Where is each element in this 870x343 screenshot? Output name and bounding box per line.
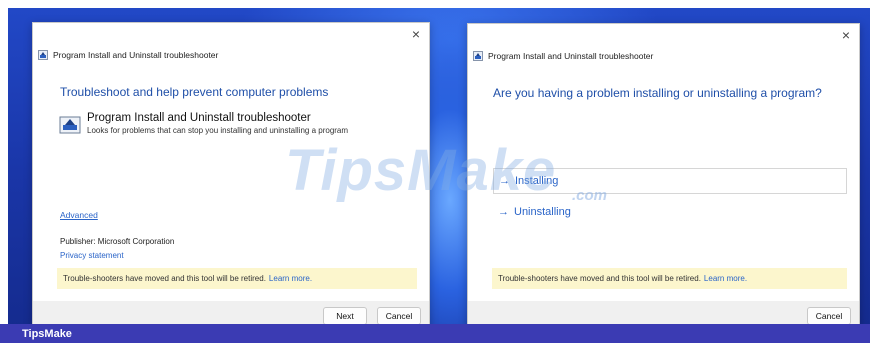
learn-more-link[interactable]: Learn more. bbox=[269, 274, 312, 283]
page-heading: Are you having a problem installing or u… bbox=[493, 86, 822, 100]
brand-bar: TipsMake bbox=[0, 324, 870, 343]
window-title-bar: Program Install and Uninstall troublesho… bbox=[38, 50, 218, 60]
page-heading: Troubleshoot and help prevent computer p… bbox=[60, 85, 329, 99]
privacy-statement-link[interactable]: Privacy statement bbox=[60, 251, 124, 260]
troubleshooter-icon bbox=[38, 50, 48, 60]
image-border-top bbox=[0, 0, 870, 8]
troubleshooter-icon bbox=[473, 51, 483, 61]
troubleshooter-icon bbox=[59, 116, 81, 134]
close-button[interactable]: × bbox=[839, 28, 853, 42]
option-label: Uninstalling bbox=[514, 206, 571, 218]
cancel-button[interactable]: Cancel bbox=[377, 307, 421, 325]
arrow-right-icon: → bbox=[498, 206, 509, 218]
retirement-notice: Trouble-shooters have moved and this too… bbox=[57, 268, 417, 289]
cancel-button[interactable]: Cancel bbox=[807, 307, 851, 325]
watermark-suffix: .com bbox=[572, 187, 608, 204]
watermark: TipsMake bbox=[285, 138, 557, 203]
notice-text: Trouble-shooters have moved and this too… bbox=[498, 274, 701, 283]
window-title-bar: Program Install and Uninstall troublesho… bbox=[473, 51, 653, 61]
troubleshooter-description: Looks for problems that can stop you ins… bbox=[87, 126, 349, 135]
publisher-text: Publisher: Microsoft Corporation bbox=[60, 237, 175, 246]
retirement-notice: Trouble-shooters have moved and this too… bbox=[492, 268, 847, 289]
troubleshooter-name: Program Install and Uninstall troublesho… bbox=[87, 112, 311, 124]
close-button[interactable]: × bbox=[409, 27, 423, 41]
window-title: Program Install and Uninstall troublesho… bbox=[53, 50, 219, 60]
next-button[interactable]: Next bbox=[323, 307, 367, 325]
brand-label: TipsMake bbox=[22, 327, 72, 340]
troubleshooter-info: Program Install and Uninstall troublesho… bbox=[59, 112, 348, 136]
advanced-link[interactable]: Advanced bbox=[60, 210, 98, 220]
learn-more-link[interactable]: Learn more. bbox=[704, 274, 747, 283]
window-title: Program Install and Uninstall troublesho… bbox=[488, 51, 654, 61]
notice-text: Trouble-shooters have moved and this too… bbox=[63, 274, 266, 283]
image-border-left bbox=[0, 0, 8, 343]
